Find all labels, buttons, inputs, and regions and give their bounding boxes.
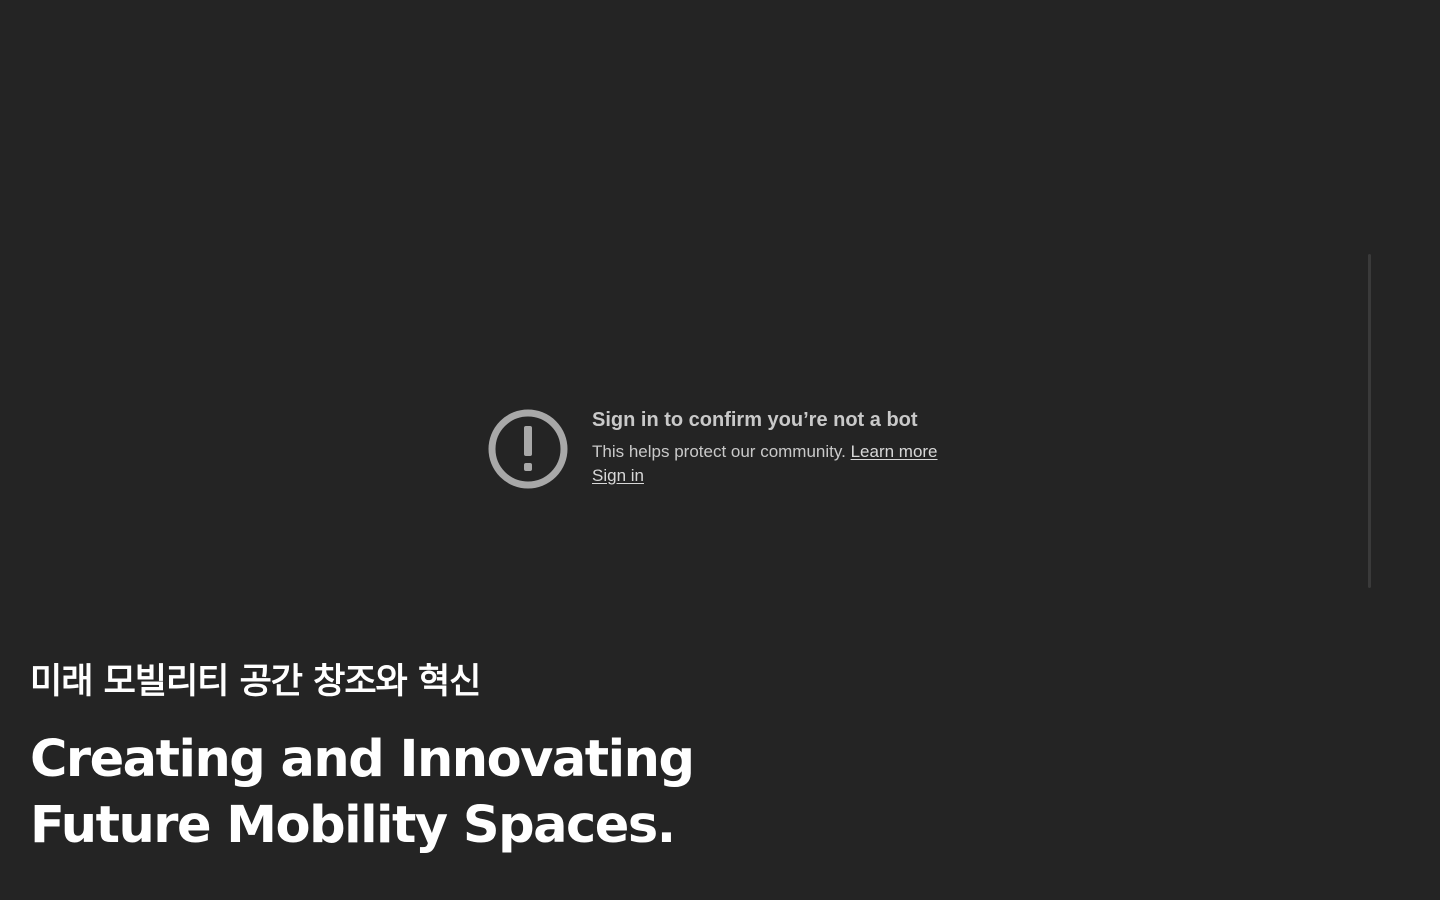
scroll-indicator[interactable] — [1368, 254, 1371, 588]
hero-section: 미래 모빌리티 공간 창조와 혁신 Creating and Innovatin… — [30, 657, 695, 859]
hero-korean-title: 미래 모빌리티 공간 창조와 혁신 — [30, 662, 481, 702]
hero-english-line-2: Future Mobility Spaces. — [30, 796, 676, 855]
learn-more-link[interactable]: Learn more — [851, 442, 938, 461]
hero-english-title: Creating and Innovating Future Mobility … — [30, 727, 695, 859]
exclamation-circle-icon — [488, 409, 568, 489]
bot-check-description: This helps protect our community. Learn … — [592, 441, 938, 463]
bot-check-message: Sign in to confirm you’re not a bot This… — [487, 406, 938, 490]
sign-in-link[interactable]: Sign in — [592, 465, 644, 487]
bot-check-text: Sign in to confirm you’re not a bot This… — [592, 406, 938, 487]
bot-check-title: Sign in to confirm you’re not a bot — [592, 409, 918, 431]
bot-check-description-text: This helps protect our community. — [592, 442, 846, 461]
hero-english-line-1: Creating and Innovating — [30, 730, 695, 789]
